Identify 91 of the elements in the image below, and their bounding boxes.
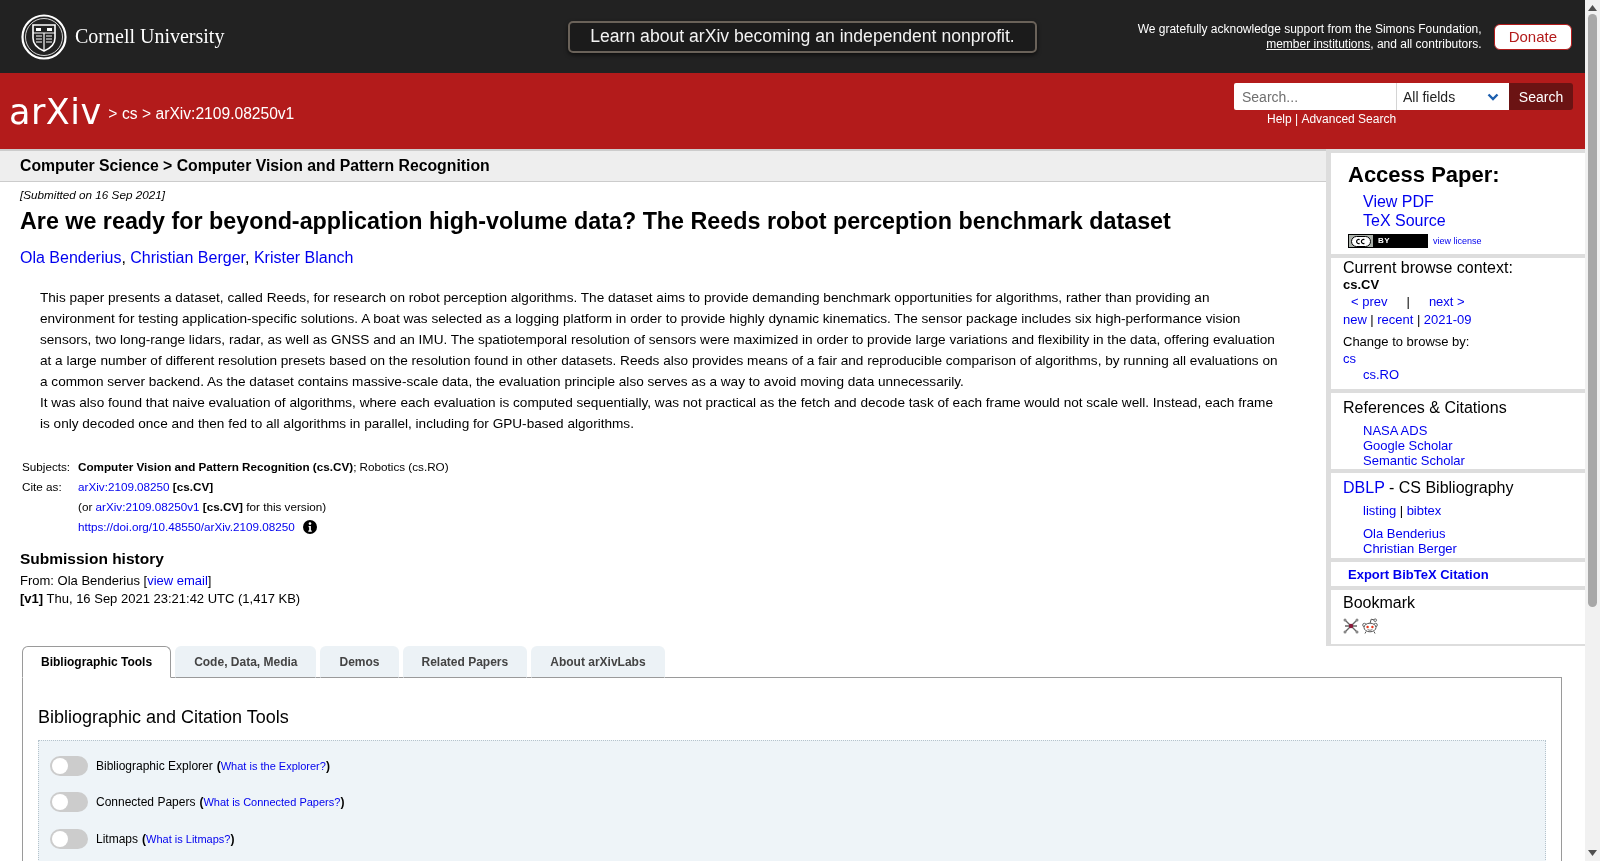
donate-button[interactable]: Donate <box>1493 23 1572 50</box>
search-button[interactable]: Search <box>1509 83 1573 110</box>
panel-heading: Bibliographic and Citation Tools <box>38 706 289 728</box>
toggle-switch[interactable] <box>50 828 88 849</box>
arxiv-logo[interactable]: arXiv <box>9 95 102 130</box>
metadata-label: Cite as: <box>22 479 62 495</box>
view-license-link[interactable]: view license <box>1433 236 1482 246</box>
dblp-listing-link[interactable]: listing <box>1363 502 1397 520</box>
section-heading: Current browse context: <box>1343 258 1513 277</box>
section-heading: Access Paper: <box>1348 162 1500 188</box>
announcement-button[interactable]: Learn about arXiv becoming an independent nonprofit. <box>568 20 1037 53</box>
license-badge[interactable]: BY <box>1348 234 1428 248</box>
link-separator: | <box>1406 293 1410 311</box>
tab[interactable]: Related Papers <box>402 646 528 678</box>
browse-context: cs.CV <box>1343 277 1380 293</box>
help-link[interactable]: Help <box>1267 112 1292 126</box>
creative-commons-icon <box>1351 235 1371 247</box>
author-link[interactable]: Christian Berger <box>130 249 245 266</box>
help-link[interactable]: What is Litmaps? <box>146 832 231 845</box>
breadcrumb-separator: > <box>108 104 118 123</box>
metadata-value: Computer Vision and Pattern Recognition (cs.CV); Robotics (cs.RO) <box>78 459 449 475</box>
download-link[interactable]: View PDF <box>1363 192 1434 211</box>
toggle-switch[interactable] <box>50 792 88 813</box>
citation-link[interactable]: https://doi.org/10.48550/arXiv.2109.08250 <box>78 517 295 537</box>
citation-service-link[interactable]: NASA ADS <box>1363 423 1428 438</box>
tab[interactable]: Demos <box>320 646 399 678</box>
citation-link[interactable]: arXiv:2109.08250 <box>78 477 170 497</box>
author-link[interactable]: Ola Benderius <box>20 249 122 266</box>
browse-list-link[interactable]: recent <box>1377 311 1414 329</box>
citation-service-link[interactable]: Google Scholar <box>1363 438 1453 453</box>
search-field[interactable]: Search... <box>1234 83 1396 110</box>
view-email-link[interactable]: view email <box>147 573 208 588</box>
tab[interactable]: Code, Data, Media <box>175 646 317 678</box>
scrollbar-thumb[interactable] <box>1588 14 1597 607</box>
scrollbar[interactable] <box>1585 0 1600 861</box>
category-link[interactable]: cs <box>1343 351 1356 367</box>
dblp-link[interactable]: DBLP <box>1343 479 1385 496</box>
section-heading: References & Citations <box>1343 398 1507 418</box>
section-heading: Submission history <box>20 549 164 568</box>
section-heading: Bookmark <box>1343 593 1416 613</box>
category-link[interactable]: cs.RO <box>1363 367 1400 383</box>
version-entry: [v1] Thu, 16 Sep 2021 23:21:42 UTC (1,417 KB) <box>20 590 301 608</box>
breadcrumb-link[interactable]: arXiv:2109.08250v1 <box>155 104 295 123</box>
citation-service-link[interactable]: Semantic Scholar <box>1363 453 1465 468</box>
info-icon[interactable] <box>302 520 317 534</box>
alien-head-icon[interactable] <box>1361 618 1379 634</box>
search-field-select[interactable]: All fields <box>1396 83 1509 110</box>
toggle-label: Connected Papers (What is Connected Papers?) <box>96 795 345 810</box>
toggle-switch[interactable] <box>50 756 88 776</box>
browse-list-link[interactable]: 2021-09 <box>1423 311 1472 329</box>
pager-link[interactable]: next > <box>1428 293 1465 311</box>
browse-list-link[interactable]: new <box>1343 311 1367 329</box>
link-separator: | <box>1399 502 1404 520</box>
paper-title: Are we ready for beyond-application high-volume data? The Reeds robot perception benchmark dataset <box>20 208 1171 234</box>
node-network-icon[interactable] <box>1343 618 1359 634</box>
scroll-down-arrow-icon[interactable] <box>1588 850 1597 856</box>
help-link[interactable]: Advanced Search <box>1301 112 1397 126</box>
submission-date: [Submitted on 16 Sep 2021] <box>20 188 165 201</box>
tab[interactable]: About arXivLabs <box>531 646 665 678</box>
author-link[interactable]: Krister Blanch <box>253 249 354 266</box>
toggle-label: Litmaps (What is Litmaps?) <box>96 831 235 846</box>
breadcrumb-link[interactable]: cs <box>121 104 138 123</box>
author-list: Ola Benderius, Christian Berger, Krister Blanch <box>20 248 354 267</box>
browse-by-label: Change to browse by: <box>1343 333 1470 350</box>
support-text: We gratefully acknowledge support from the Simons Foundation, member institutions, and all contributors. <box>1136 22 1482 51</box>
university-seal-icon <box>21 13 67 60</box>
university-name: Cornell University <box>75 25 225 48</box>
pager-link[interactable]: < prev <box>1351 293 1388 311</box>
abstract-paragraph: This paper presents a dataset, called Reeds, for research on robot perception algorithms. The dataset aims to provide demanding benchmark opportunities for algorithms, rather than providing an environment for testing application-specific solutions. A boat was selected as a logging platform in order to provide highly dynamic kinematics. The sensor package includes six high-performance vision sensors, two long-range lidars, radar, as well as GNSS and an IMU. The spatiotemporal resolution of sensors were maximized in order to provide large variations and flexibility in the data, offering evaluation at a large number of different resolution presets based on the resolution found in other datasets. Reeds also provides means of a fair and reproducible comparison of algorithms, by running all evaluations on a common server backend. As the dataset contains massive-scale data, the evaluation principle also serves as a way to avoid moving data unnecessarily. <box>40 289 1279 391</box>
download-link[interactable]: TeX Source <box>1363 211 1446 230</box>
submitter-line: From: Ola Benderius [view email] <box>20 572 212 590</box>
toggle-label: Bibliographic Explorer (What is the Explorer?) <box>96 759 330 773</box>
metadata-value: arXiv:2109.08250 [cs.CV] <box>78 477 214 497</box>
author-link[interactable]: Christian Berger <box>1363 541 1457 556</box>
author-link[interactable]: Ola Benderius <box>1363 526 1446 541</box>
dblp-listing-link[interactable]: bibtex <box>1406 502 1442 520</box>
breadcrumb-separator: > <box>141 104 152 123</box>
metadata-label: Subjects: <box>22 459 71 475</box>
tab[interactable]: Bibliographic Tools <box>22 646 172 678</box>
help-link[interactable]: What is the Explorer? <box>220 760 326 772</box>
abstract-paragraph: It was also found that naive evaluation of algorithms, where each evaluation is computed sequentially, was not practical as the fetch and decode task of each frame would not scale well. Instead, each frame is only decoded once and then fed to all algorithms in parallel, including for GPU-based algorithms. <box>40 394 1274 433</box>
category-breadcrumb: Computer Science > Computer Vision and Pattern Recognition <box>20 157 490 175</box>
link-separator: | <box>1295 112 1299 126</box>
link-separator: | <box>1370 311 1374 329</box>
section-heading: DBLP - CS Bibliography <box>1343 478 1514 498</box>
metadata-value: (or arXiv:2109.08250v1 [cs.CV] for this version) <box>78 497 327 517</box>
help-link[interactable]: What is Connected Papers? <box>203 796 341 809</box>
scroll-up-arrow-icon[interactable] <box>1588 5 1597 11</box>
chevron-down-icon <box>1487 92 1499 101</box>
link-separator: | <box>1416 311 1421 329</box>
citation-link[interactable]: arXiv:2109.08250v1 <box>95 497 200 517</box>
